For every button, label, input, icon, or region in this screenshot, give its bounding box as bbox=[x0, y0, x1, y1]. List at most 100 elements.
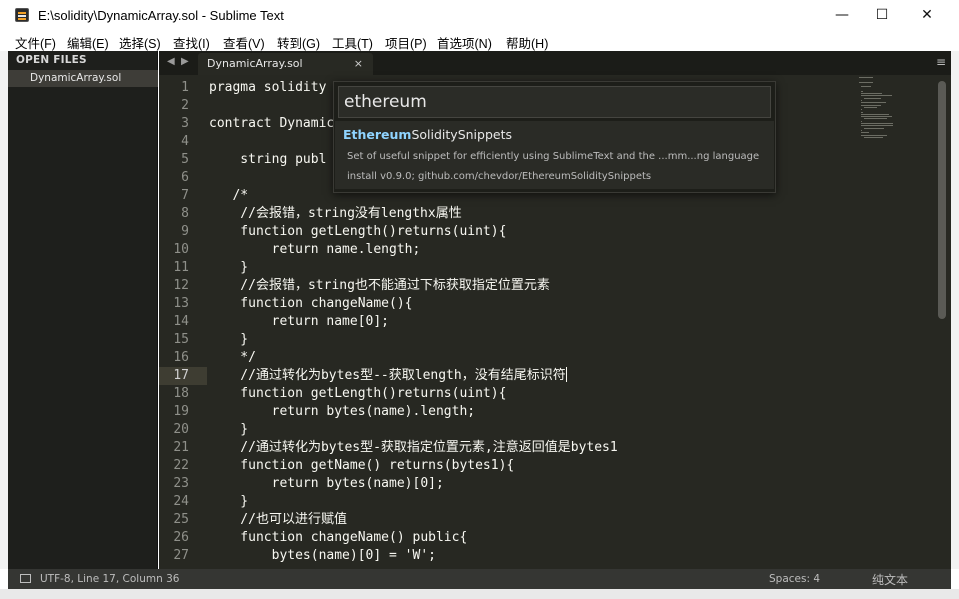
code-line[interactable]: return name[0]; bbox=[209, 313, 389, 331]
menu-goto[interactable]: 转到(G) bbox=[277, 33, 320, 52]
background-bottom-edge bbox=[0, 589, 959, 599]
maximize-button[interactable]: ☐ bbox=[859, 0, 905, 30]
code-line[interactable]: //会报错，string没有lengthx属性 bbox=[209, 205, 462, 223]
code-line[interactable]: contract Dynamic bbox=[209, 115, 334, 133]
code-line-text: } bbox=[209, 260, 249, 275]
line-number: 8 bbox=[181, 206, 189, 221]
code-line-text: function getLength()returns(uint){ bbox=[209, 386, 507, 401]
tab-menu-icon[interactable]: ≡ bbox=[936, 55, 946, 69]
minimap-line bbox=[861, 116, 892, 118]
code-line-text: function getLength()returns(uint){ bbox=[209, 224, 507, 239]
menu-preferences[interactable]: 首选项(N) bbox=[437, 33, 492, 52]
minimap-line bbox=[861, 109, 863, 111]
code-line[interactable]: function getLength()returns(uint){ bbox=[209, 385, 506, 403]
code-line[interactable]: return name.length; bbox=[209, 241, 421, 259]
vertical-scrollbar[interactable] bbox=[938, 81, 946, 319]
result-title-match: Ethereum bbox=[343, 127, 412, 142]
indentation-setting[interactable]: Spaces: 4 bbox=[769, 573, 820, 585]
open-files-header: OPEN FILES bbox=[16, 54, 87, 66]
code-line[interactable]: } bbox=[209, 421, 248, 439]
line-number: 1 bbox=[181, 80, 189, 95]
code-line[interactable]: return bytes(name).length; bbox=[209, 403, 476, 421]
minimap-line bbox=[861, 123, 893, 124]
code-line[interactable]: //通过转化为bytes型--获取length，没有结尾标识符 bbox=[209, 367, 567, 385]
syntax-selector[interactable]: 纯文本 bbox=[872, 571, 908, 588]
command-palette: ethereum EthereumSoliditySnippets Set of… bbox=[333, 81, 776, 193]
code-line-text: contract Dynamic bbox=[209, 116, 335, 131]
code-line-text: } bbox=[209, 332, 249, 347]
menu-help[interactable]: 帮助(H) bbox=[506, 33, 548, 52]
result-install-info: install v0.9.0; github.com/chevdor/Ether… bbox=[347, 171, 652, 182]
sidebar: OPEN FILES DynamicArray.sol bbox=[8, 51, 158, 569]
tab-dynamic-array[interactable]: DynamicArray.sol × bbox=[198, 53, 373, 75]
code-line-text: pragma solidity bbox=[209, 80, 327, 95]
menu-find[interactable]: 查找(I) bbox=[173, 33, 210, 52]
code-line[interactable]: } bbox=[209, 259, 248, 277]
line-number: 24 bbox=[173, 494, 189, 509]
code-line[interactable]: } bbox=[209, 493, 248, 511]
minimap[interactable] bbox=[859, 77, 939, 147]
tab-close-icon[interactable]: × bbox=[354, 53, 363, 75]
code-line-text: return bytes(name).length; bbox=[209, 404, 476, 419]
menu-project[interactable]: 项目(P) bbox=[385, 33, 427, 52]
code-line[interactable]: bytes(name)[0] = 'W'; bbox=[209, 547, 436, 565]
code-line-text: return bytes(name)[0]; bbox=[209, 476, 444, 491]
close-button[interactable]: ✕ bbox=[904, 0, 950, 30]
line-number: 21 bbox=[173, 440, 189, 455]
code-line[interactable]: pragma solidity bbox=[209, 79, 326, 97]
code-line[interactable]: return bytes(name)[0]; bbox=[209, 475, 444, 493]
menu-file[interactable]: 文件(F) bbox=[15, 33, 56, 52]
code-line[interactable]: /* bbox=[209, 187, 248, 205]
code-line[interactable]: function getLength()returns(uint){ bbox=[209, 223, 506, 241]
code-line[interactable]: //也可以进行赋值 bbox=[209, 511, 347, 529]
palette-result-item[interactable]: EthereumSoliditySnippets Set of useful s… bbox=[335, 121, 774, 189]
background-left-edge bbox=[0, 51, 8, 569]
minimap-line bbox=[863, 106, 878, 108]
code-line[interactable]: function getName() returns(bytes1){ bbox=[209, 457, 514, 475]
code-line-text: //也可以进行赋值 bbox=[209, 512, 347, 527]
menu-tools[interactable]: 工具(T) bbox=[332, 33, 373, 52]
code-line-text: } bbox=[209, 422, 249, 437]
code-line-text: function getName() returns(bytes1){ bbox=[209, 458, 515, 473]
minimap-line bbox=[861, 95, 892, 97]
code-line-text: //通过转化为bytes型--获取length，没有结尾标识符 bbox=[209, 368, 566, 383]
palette-search-input[interactable]: ethereum bbox=[338, 86, 771, 118]
sidebar-item-file[interactable]: DynamicArray.sol bbox=[8, 70, 158, 87]
result-title-rest: SoliditySnippets bbox=[411, 127, 513, 142]
line-number: 2 bbox=[181, 98, 189, 113]
code-line[interactable]: */ bbox=[209, 349, 256, 367]
panel-toggle-icon[interactable] bbox=[20, 574, 31, 583]
menu-view[interactable]: 查看(V) bbox=[223, 33, 265, 52]
line-number: 22 bbox=[173, 458, 189, 473]
line-number: 17 bbox=[173, 368, 189, 383]
line-number: 25 bbox=[173, 512, 189, 527]
line-number: 18 bbox=[173, 386, 189, 401]
code-line-text: //会报错，string没有lengthx属性 bbox=[209, 206, 462, 221]
code-line-text: /* bbox=[209, 188, 249, 203]
minimap-line bbox=[861, 132, 870, 134]
minimap-line bbox=[861, 113, 890, 115]
minimap-line bbox=[861, 129, 863, 131]
tab-prev-icon[interactable]: ◀ bbox=[167, 56, 175, 67]
line-number: 11 bbox=[173, 260, 189, 275]
line-number: 6 bbox=[181, 170, 189, 185]
result-description: Set of useful snippet for efficiently us… bbox=[347, 151, 760, 162]
code-line[interactable]: function changeName() public{ bbox=[209, 529, 467, 547]
minimap-line bbox=[859, 77, 873, 78]
code-line-text: string publ bbox=[209, 152, 327, 167]
menu-edit[interactable]: 编辑(E) bbox=[67, 33, 109, 52]
minimap-line bbox=[861, 134, 888, 136]
code-line[interactable]: function changeName(){ bbox=[209, 295, 412, 313]
code-line-text: } bbox=[209, 494, 249, 509]
minimap-line bbox=[861, 104, 882, 106]
minimap-line bbox=[863, 136, 883, 138]
code-line[interactable]: } bbox=[209, 331, 248, 349]
code-line[interactable]: //会报错，string也不能通过下标获取指定位置元素 bbox=[209, 277, 550, 295]
line-number: 26 bbox=[173, 530, 189, 545]
menu-selection[interactable]: 选择(S) bbox=[119, 33, 161, 52]
code-line[interactable]: //通过转化为bytes型-获取指定位置元素,注意返回值是bytes1 bbox=[209, 439, 617, 457]
tab-next-icon[interactable]: ▶ bbox=[181, 56, 189, 67]
minimap-line bbox=[863, 97, 881, 99]
minimap-line bbox=[863, 127, 884, 129]
code-line[interactable]: string publ bbox=[209, 151, 326, 169]
